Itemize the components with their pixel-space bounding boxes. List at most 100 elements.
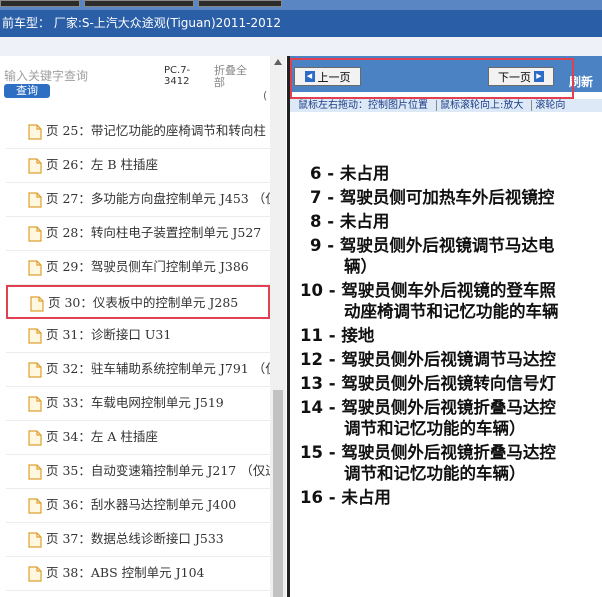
pin-entry: 9 - 驾驶员侧外后视镜调节马达电: [310, 235, 554, 257]
top-strip: [0, 0, 602, 10]
search-area: 查询 PC.7- 3412 折叠全 部 (: [0, 56, 270, 110]
pin-text: 驾驶员侧外后视镜调节马达电: [339, 236, 555, 255]
list-item-label: 页 27：多功能方向盘控制单元 J453 （仅: [46, 191, 270, 206]
pin-number: 8 -: [310, 212, 335, 231]
pin-text-continued: 调节和记忆功能的车辆）: [344, 419, 526, 438]
list-item-label: 页 36：刮水器马达控制单元 J400: [46, 497, 237, 512]
scroll-thumb[interactable]: [273, 390, 283, 597]
pin-entry: 8 - 未占用: [310, 211, 389, 233]
list-item[interactable]: 页 36：刮水器马达控制单元 J400: [6, 489, 270, 523]
pin-text: 未占用: [339, 164, 390, 183]
sidebar: 查询 PC.7- 3412 折叠全 部 ( 页 25：带记忆功能的座椅调节和转向…: [0, 56, 286, 597]
pin-entry: 11 - 接地: [300, 325, 374, 347]
hint-bar: 鼠标左右拖动：控制图片位置 鼠标滚轮向上:放大 滚轮向: [290, 99, 602, 112]
pin-entry: 6 - 未占用: [310, 163, 389, 185]
list-item[interactable]: 页 37：数据总线诊断接口 J533: [6, 523, 270, 557]
search-button[interactable]: 查询: [4, 84, 50, 98]
pc-code-label: PC.7- 3412: [164, 65, 191, 87]
list-item-label: 页 28：转向柱电子装置控制单元 J527: [46, 225, 262, 240]
vehicle-model-bar: 前车型： 厂家:S-上汽大众途观(Tiguan)2011-2012: [0, 10, 602, 37]
list-item-label: 页 31：诊断接口 U31: [46, 327, 172, 342]
pin-entry: 10 - 驾驶员侧车外后视镜的登车照: [300, 280, 556, 302]
document-icon: [28, 192, 42, 208]
list-item-label: 页 38：ABS 控制单元 J104: [46, 565, 205, 580]
pin-entry: 14 - 驾驶员侧外后视镜折叠马达控: [300, 397, 556, 419]
page-list: 页 25：带记忆功能的座椅调节和转向柱页 26：左 B 柱插座页 27：多功能方…: [0, 115, 270, 597]
pin-entry: 13 - 驾驶员侧外后视镜转向信号灯: [300, 373, 556, 395]
list-item-label: 页 34：左 A 柱插座: [46, 429, 158, 444]
list-item[interactable]: 页 31：诊断接口 U31: [6, 319, 270, 353]
pin-text: 接地: [341, 326, 375, 345]
collapse-all-button[interactable]: 折叠全 部: [214, 65, 247, 89]
pin-number: 11 -: [300, 326, 336, 345]
document-icon: [28, 328, 42, 344]
clipped-text: (: [263, 89, 268, 102]
list-item[interactable]: 页 27：多功能方向盘控制单元 J453 （仅: [6, 183, 270, 217]
pin-text: 未占用: [341, 488, 391, 507]
pin-text: 驾驶员侧外后视镜调节马达控: [341, 350, 556, 369]
document-viewer: ◀ 上一页 下一页 ▶ 刷新 鼠标左右拖动：控制图片位置 鼠标滚轮向上:放大 滚轮向…: [287, 56, 602, 597]
pin-number: 16 -: [300, 488, 336, 507]
pin-number: 14 -: [300, 398, 336, 417]
list-item-label: 页 25：带记忆功能的座椅调节和转向柱: [46, 123, 266, 138]
list-item[interactable]: 页 35：自动变速箱控制单元 J217 （仅过: [6, 455, 270, 489]
document-icon: [28, 532, 42, 548]
list-item[interactable]: 页 32：驻车辅助系统控制单元 J791 （仅: [6, 353, 270, 387]
pin-number: 10 -: [300, 281, 336, 300]
document-icon: [28, 396, 42, 412]
list-item[interactable]: 页 33：车载电网控制单元 J519: [6, 387, 270, 421]
document-icon: [28, 430, 42, 446]
document-icon: [28, 158, 42, 174]
list-item[interactable]: 页 34：左 A 柱插座: [6, 421, 270, 455]
nav-highlight-box: [290, 58, 574, 99]
pin-number: 6 -: [310, 164, 335, 183]
hint-zoom-out: 滚轮向: [531, 100, 566, 111]
hint-zoom-in: 鼠标滚轮向上:放大: [436, 100, 524, 111]
hint-drag: 鼠标左右拖动：控制图片位置: [298, 100, 428, 111]
pin-number: 12 -: [300, 350, 336, 369]
pin-number: 9 -: [310, 236, 335, 255]
document-icon: [28, 464, 42, 480]
document-icon: [28, 124, 42, 140]
pin-text: 驾驶员侧外后视镜折叠马达控: [341, 443, 556, 462]
list-item[interactable]: 页 29：驾驶员侧车门控制单元 J386: [6, 251, 270, 285]
list-item[interactable]: 页 30：仪表板中的控制单元 J285: [6, 285, 270, 319]
document-icon: [28, 260, 42, 276]
list-item[interactable]: 页 26：左 B 柱插座: [6, 149, 270, 183]
top-tab[interactable]: [0, 0, 80, 7]
list-item-label: 页 32：驻车辅助系统控制单元 J791 （仅: [46, 361, 270, 376]
pin-entry: 16 - 未占用: [300, 487, 391, 509]
pin-text-continued: 辆）: [344, 257, 377, 276]
header-spacer: [0, 37, 602, 56]
pin-text-continued: 动座椅调节和记忆功能的车辆: [344, 302, 559, 321]
list-item-label: 页 33：车载电网控制单元 J519: [46, 395, 224, 410]
pin-entry: 12 - 驾驶员侧外后视镜调节马达控: [300, 349, 556, 371]
top-tab[interactable]: [84, 0, 194, 7]
list-item-label: 页 30：仪表板中的控制单元 J285: [48, 295, 239, 310]
document-icon: [28, 566, 42, 582]
list-item[interactable]: 页 25：带记忆功能的座椅调节和转向柱: [6, 115, 270, 149]
pin-text: 未占用: [339, 212, 390, 231]
pin-number: 13 -: [300, 374, 336, 393]
document-icon: [28, 498, 42, 514]
document-icon: [28, 362, 42, 378]
list-item[interactable]: 页 38：ABS 控制单元 J104: [6, 557, 270, 591]
list-item-label: 页 29：驾驶员侧车门控制单元 J386: [46, 259, 249, 274]
pin-text: 驾驶员侧外后视镜转向信号灯: [341, 374, 556, 393]
pin-text: 驾驶员侧可加热车外后视镜控: [339, 188, 555, 207]
search-input[interactable]: [4, 68, 154, 84]
list-item-label: 页 26：左 B 柱插座: [46, 157, 159, 172]
list-item-label: 页 35：自动变速箱控制单元 J217 （仅过: [46, 463, 270, 478]
document-icon: [28, 226, 42, 242]
list-item[interactable]: 页 28：转向柱电子装置控制单元 J527: [6, 217, 270, 251]
pin-text: 驾驶员侧车外后视镜的登车照: [341, 281, 556, 300]
pin-number: 7 -: [310, 188, 335, 207]
list-item-label: 页 37：数据总线诊断接口 J533: [46, 531, 224, 546]
sidebar-scrollbar[interactable]: [270, 56, 286, 597]
pin-number: 15 -: [300, 443, 336, 462]
pin-entry: 15 - 驾驶员侧外后视镜折叠马达控: [300, 442, 556, 464]
pin-text: 驾驶员侧外后视镜折叠马达控: [341, 398, 556, 417]
pin-entry: 7 - 驾驶员侧可加热车外后视镜控: [310, 187, 554, 209]
scroll-up-arrow-icon[interactable]: [274, 59, 282, 65]
top-tab[interactable]: [198, 0, 282, 7]
